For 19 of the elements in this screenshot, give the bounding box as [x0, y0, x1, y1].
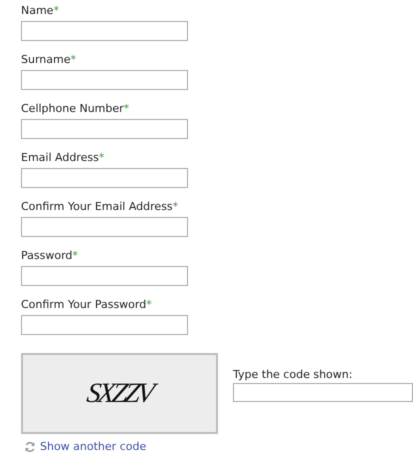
field-label: Email Address*	[21, 150, 106, 166]
code-input-field[interactable]	[233, 383, 413, 402]
field-label: Confirm Your Password*	[21, 297, 153, 313]
input-field[interactable]	[21, 70, 188, 90]
field-label: Cellphone Number*	[21, 101, 130, 117]
input-field[interactable]	[21, 168, 188, 188]
captcha-prompt: Type the code shown:	[233, 367, 354, 383]
captcha-image: SXZZV	[21, 353, 218, 434]
refresh-icon[interactable]	[24, 440, 36, 452]
show-another-code-link[interactable]: Show another code	[40, 440, 146, 453]
input-field[interactable]	[21, 217, 188, 237]
field-label: Password*	[21, 248, 79, 264]
input-field[interactable]	[21, 315, 188, 335]
field-label: Surname*	[21, 52, 77, 68]
field-label: Name*	[21, 3, 60, 19]
input-field[interactable]	[21, 119, 188, 139]
input-field[interactable]	[21, 266, 188, 286]
field-label: Confirm Your Email Address*	[21, 199, 180, 215]
input-field[interactable]	[21, 21, 188, 41]
